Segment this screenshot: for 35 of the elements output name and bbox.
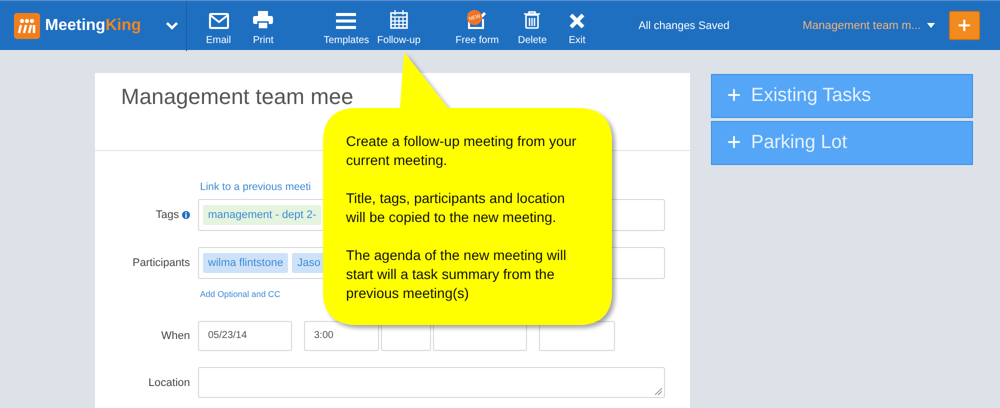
tooltip-text: Create a follow-up meeting from your current meeting. Title, tags, participants and location will be copied to the new meeting. The agenda of the new meeting will start will a task summary from the previous meeting(s) <box>346 132 578 303</box>
toolbar-button[interactable]: Follow-up <box>377 1 421 50</box>
caret-icon <box>926 23 935 28</box>
tag-chip[interactable]: management - dept 2- <box>203 205 322 225</box>
save-status: All changes Saved <box>638 20 730 32</box>
resize-handle-icon[interactable] <box>655 388 662 395</box>
field-label: Tags <box>156 209 179 221</box>
trash-icon <box>524 11 540 29</box>
menu-icon <box>336 13 356 29</box>
field-label: Location <box>148 376 190 388</box>
field-label: When <box>161 330 190 342</box>
logo-icon <box>14 12 40 38</box>
participant-chip[interactable]: wilma flintstone <box>203 253 288 273</box>
chevron-down-icon[interactable] <box>166 22 178 30</box>
previous-meeting-link[interactable]: Link to a previous meeti <box>200 181 311 193</box>
app-logo[interactable]: MeetingKing <box>14 12 141 38</box>
close-icon <box>569 13 586 29</box>
toolbar-button[interactable]: Templates <box>324 1 370 50</box>
calendar-icon <box>390 10 408 29</box>
toolbar-button[interactable]: Email <box>206 1 232 50</box>
time-field[interactable]: 3:00 <box>304 321 379 351</box>
input-field[interactable] <box>539 321 615 351</box>
toolbar-button[interactable]: Exit <box>568 1 586 50</box>
printer-icon <box>253 11 274 29</box>
meeting-title: Management team mee <box>121 85 354 109</box>
add-optional-link[interactable]: Add Optional and CC <box>200 289 280 299</box>
meeting-dropdown[interactable]: Management team m... <box>802 20 935 32</box>
envelope-icon <box>208 13 228 29</box>
info-icon <box>182 211 190 219</box>
field-label: Participants <box>132 257 190 269</box>
toolbar-button[interactable]: Print <box>253 1 274 50</box>
toolbar-button[interactable]: Delete <box>518 1 547 50</box>
location-field[interactable] <box>198 367 665 398</box>
date-field[interactable]: 05/23/14 <box>198 321 292 351</box>
participant-chip[interactable]: Jaso <box>292 253 326 273</box>
